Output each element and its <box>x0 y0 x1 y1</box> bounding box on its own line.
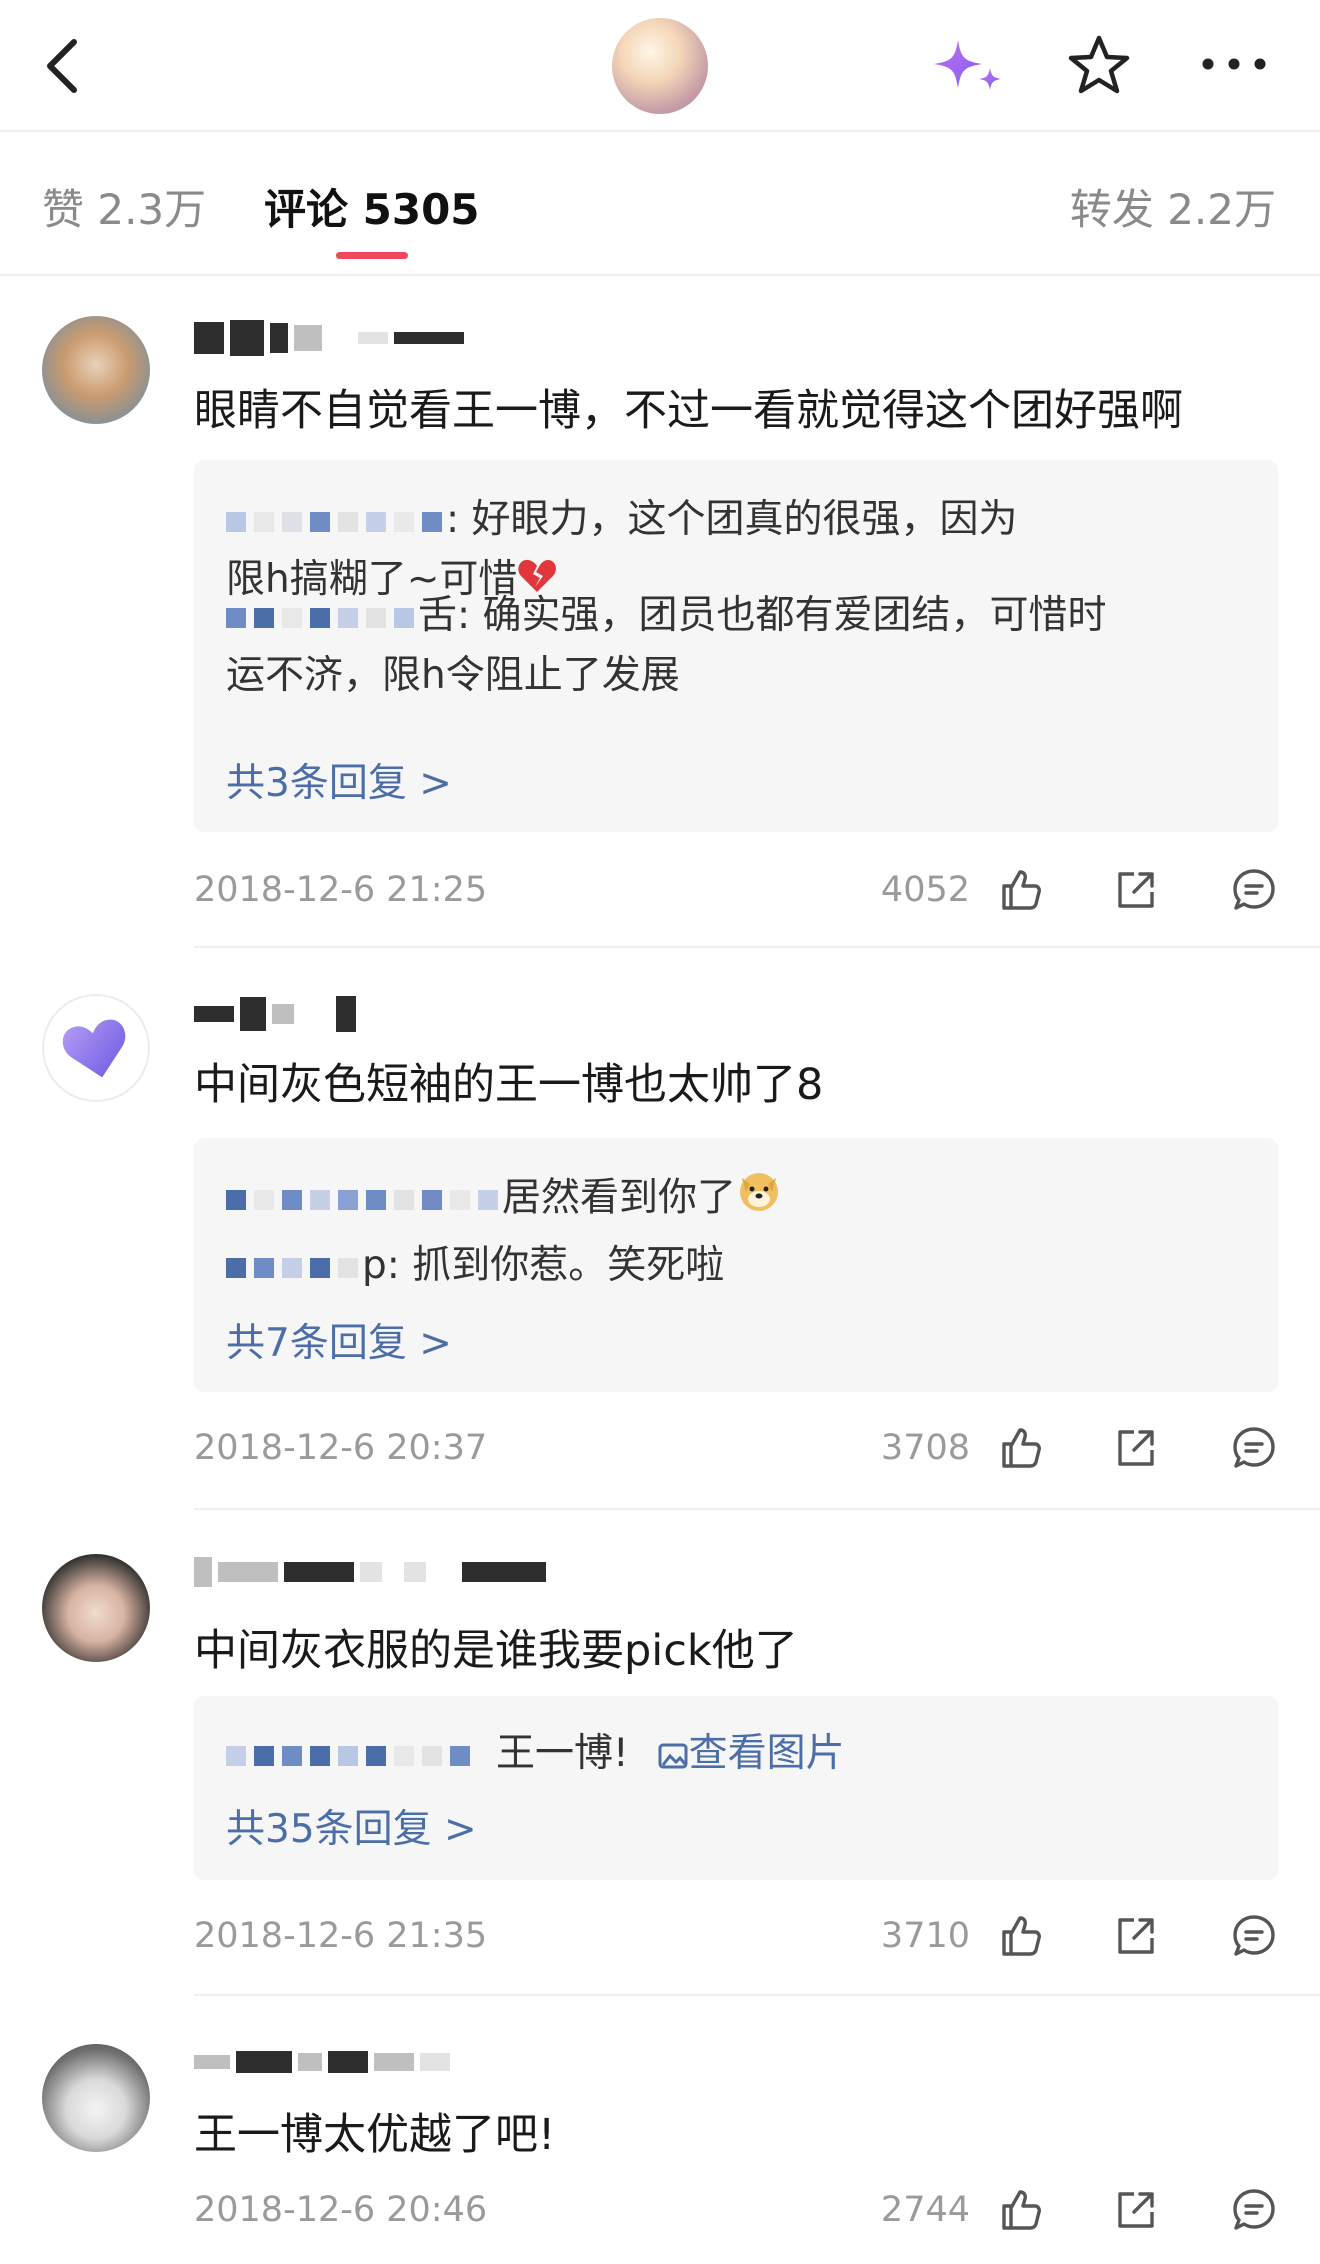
avatar[interactable] <box>612 18 708 114</box>
divider <box>194 1508 1320 1510</box>
comment-meta: 2018-12-6 20:46 2744 <box>194 2186 1284 2236</box>
like-count: 3710 <box>880 1916 970 1956</box>
divider <box>194 946 1320 948</box>
share-icon[interactable] <box>1112 866 1160 914</box>
reply-username-redacted <box>226 1257 358 1278</box>
doge-icon <box>736 1168 782 1232</box>
more-icon[interactable] <box>1200 56 1268 72</box>
comment-meta: 2018-12-6 20:37 3708 <box>194 1424 1284 1474</box>
username-redacted[interactable] <box>194 994 356 1034</box>
reply-username-redacted <box>226 511 442 532</box>
comment-timestamp: 2018-12-6 20:37 <box>194 1428 488 1468</box>
divider <box>194 1994 1320 1996</box>
comment-text: 中间灰色短袖的王一博也太帅了8 <box>194 1060 824 1110</box>
username-redacted[interactable] <box>194 2042 450 2082</box>
reply-line: 王一博! 查看图片 <box>226 1724 1248 1784</box>
image-icon <box>658 1743 688 1768</box>
view-more-replies-link[interactable]: 共7条回复 > <box>226 1312 452 1368</box>
reply-username-redacted <box>226 1190 498 1210</box>
comment-meta: 2018-12-6 21:35 3710 <box>194 1912 1284 1962</box>
reply-preview-box[interactable]: 居然看到你了 p: 抓到你惹。笑死啦 共7条回复 > <box>194 1138 1278 1392</box>
comment-timestamp: 2018-12-6 21:25 <box>194 870 488 910</box>
share-icon[interactable] <box>1112 1424 1160 1472</box>
comment-meta: 2018-12-6 21:25 4052 <box>194 866 1284 916</box>
reply-preview-box[interactable]: : 好眼力，这个团真的很强，因为 限h搞糊了~可惜 舌: 确实强，团员也都有爱团… <box>194 460 1278 832</box>
comment-timestamp: 2018-12-6 20:46 <box>194 2190 488 2230</box>
avatar[interactable] <box>42 994 150 1102</box>
reply-line: p: 抓到你惹。笑死啦 <box>226 1236 1248 1296</box>
avatar[interactable] <box>42 1554 150 1662</box>
like-count: 2744 <box>880 2190 970 2230</box>
chevron-left-icon[interactable] <box>38 34 94 98</box>
sparkle-icon[interactable] <box>930 34 1008 98</box>
comment-item: 中间灰色短袖的王一博也太帅了8 居然看到你了 p: 抓到你惹。笑死啦 共7条回复… <box>0 978 1320 1538</box>
tab-bar: 赞 2.3万 评论 5305 转发 2.2万 <box>0 132 1320 276</box>
comment-item: 王一博太优越了吧! 2018-12-6 20:46 2744 <box>0 2020 1320 2264</box>
comment-text: 中间灰衣服的是谁我要pick他了 <box>194 1626 798 1676</box>
reply-preview-box[interactable]: 王一博! 查看图片 共35条回复 > <box>194 1696 1278 1880</box>
comment-item: 中间灰衣服的是谁我要pick他了 王一博! 查看图片 共35条回复 > 2018-… <box>0 1536 1320 2022</box>
comment-timestamp: 2018-12-6 21:35 <box>194 1916 488 1956</box>
thumbs-up-icon[interactable] <box>996 1912 1044 1960</box>
comment-icon[interactable] <box>1230 1912 1278 1960</box>
reply-username-redacted <box>226 1745 470 1766</box>
reply-line: 居然看到你了 <box>226 1168 1248 1232</box>
star-icon[interactable] <box>1066 34 1132 96</box>
tab-likes[interactable]: 赞 2.3万 <box>42 176 206 237</box>
username-redacted[interactable] <box>194 318 464 358</box>
comment-icon[interactable] <box>1230 2186 1278 2234</box>
comment-icon[interactable] <box>1230 866 1278 914</box>
like-count: 4052 <box>880 870 970 910</box>
comment-text: 眼睛不自觉看王一博，不过一看就觉得这个团好强啊 <box>194 386 1183 436</box>
thumbs-up-icon[interactable] <box>996 2186 1044 2234</box>
share-icon[interactable] <box>1112 2186 1160 2234</box>
thumbs-up-icon[interactable] <box>996 866 1044 914</box>
reply-line: 舌: 确实强，团员也都有爱团结，可惜时 运不济，限h令阻止了发展 <box>226 593 1107 698</box>
thumbs-up-icon[interactable] <box>996 1424 1044 1472</box>
comment-item: 眼睛不自觉看王一博，不过一看就觉得这个团好强啊 : 好眼力，这个团真的很强，因为… <box>0 300 1320 950</box>
username-redacted[interactable] <box>194 1552 546 1592</box>
view-image-link[interactable]: 查看图片 <box>657 1731 845 1776</box>
view-more-replies-link[interactable]: 共35条回复 > <box>226 1798 477 1854</box>
reply-username-redacted <box>226 607 414 628</box>
tab-comments[interactable]: 评论 5305 <box>264 176 480 237</box>
comment-text: 王一博太优越了吧! <box>194 2110 556 2160</box>
share-icon[interactable] <box>1112 1912 1160 1960</box>
avatar[interactable] <box>42 316 150 424</box>
active-tab-indicator <box>336 252 408 259</box>
heart-icon <box>62 1019 126 1078</box>
comment-icon[interactable] <box>1230 1424 1278 1472</box>
tab-reposts[interactable]: 转发 2.2万 <box>1070 176 1276 237</box>
avatar[interactable] <box>42 2044 150 2152</box>
view-more-replies-link[interactable]: 共3条回复 > <box>226 752 452 808</box>
top-navigation-bar <box>0 0 1320 132</box>
like-count: 3708 <box>880 1428 970 1468</box>
